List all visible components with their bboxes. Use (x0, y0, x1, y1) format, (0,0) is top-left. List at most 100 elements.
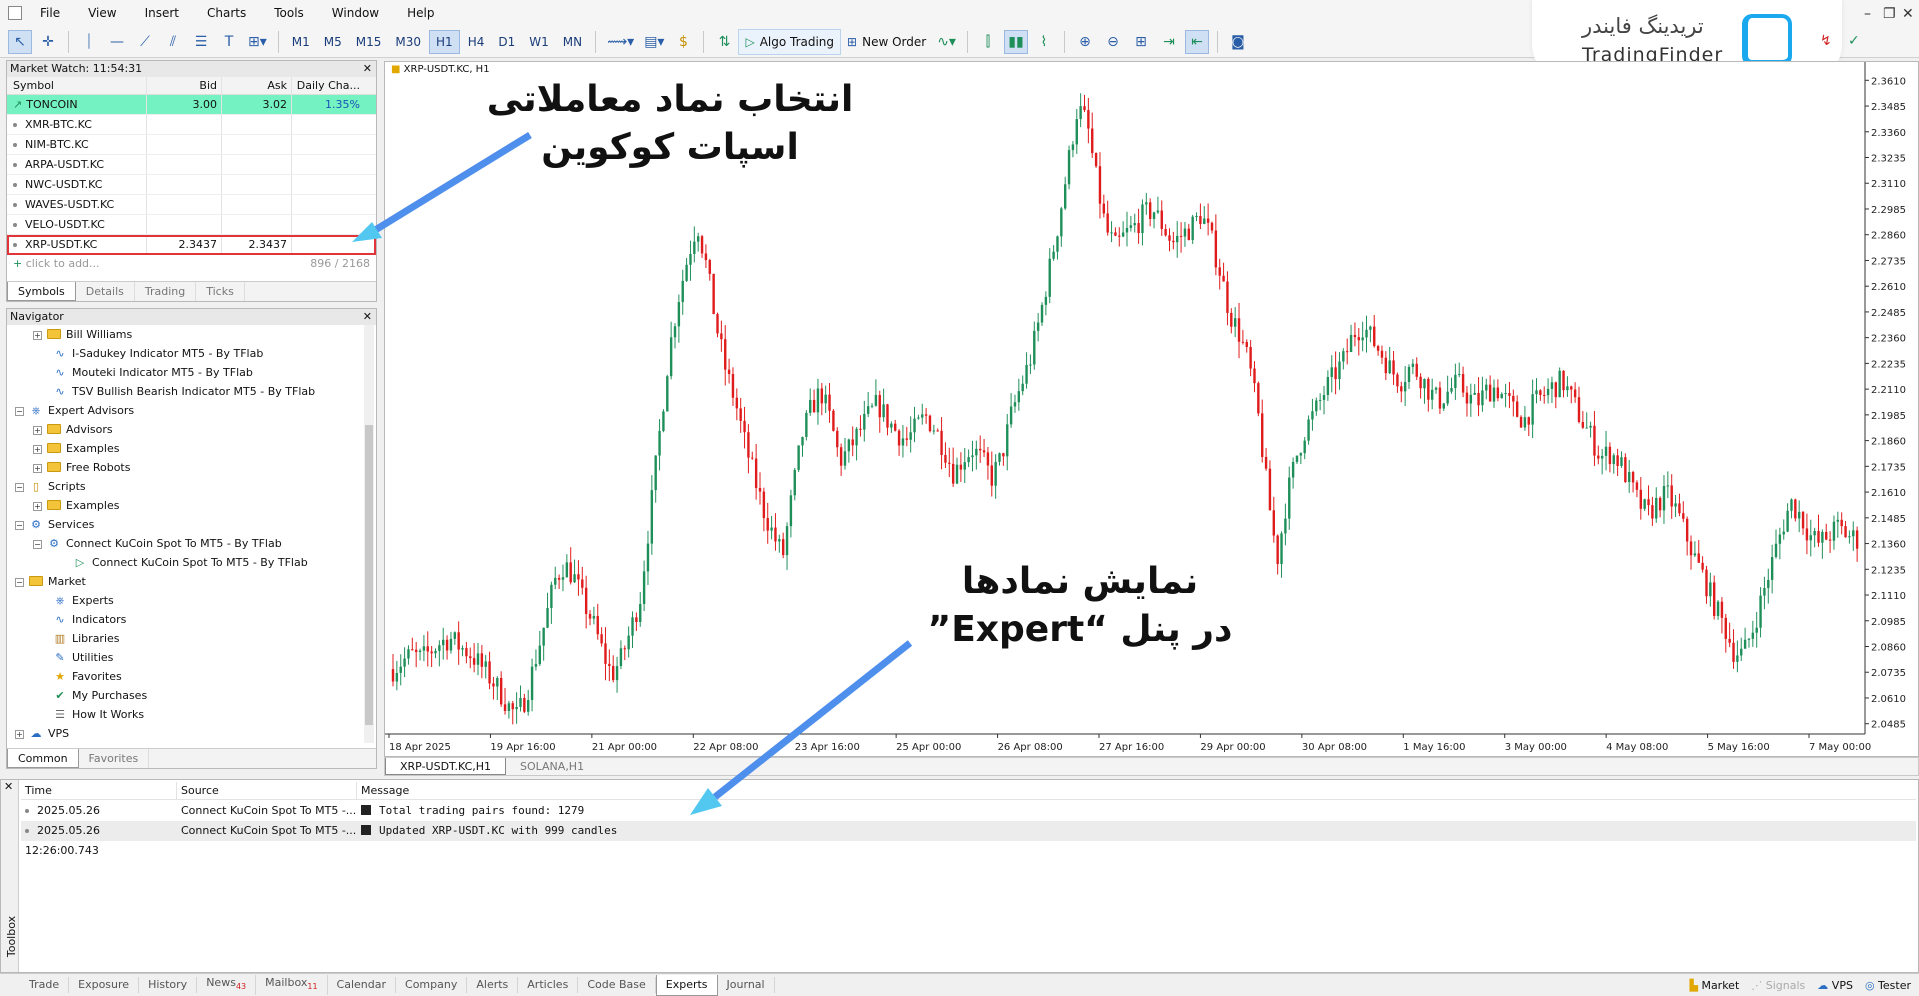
tab-ticks[interactable]: Ticks (196, 282, 245, 301)
tab-trading[interactable]: Trading (135, 282, 197, 301)
scrollbar[interactable] (364, 325, 374, 743)
table-row[interactable]: 2025.05.26 12:25:17.748 Connect KuCoin S… (21, 801, 1916, 837)
trendline-icon[interactable]: ⟋ (133, 30, 157, 54)
close-icon[interactable]: ✕ (4, 780, 13, 793)
menu-charts[interactable]: Charts (193, 0, 260, 26)
tf-h1[interactable]: H1 (429, 29, 460, 54)
tab-exposure[interactable]: Exposure (69, 977, 140, 993)
menu-window[interactable]: Window (318, 0, 393, 26)
text-icon[interactable]: T (217, 30, 241, 54)
tab-company[interactable]: Company (396, 977, 468, 993)
tab-chart-xrp[interactable]: XRP-USDT.KC,H1 (385, 758, 507, 775)
algo-trading-button[interactable]: ▷ Algo Trading (738, 28, 842, 55)
tf-d1[interactable]: D1 (492, 30, 521, 54)
nav-item[interactable]: + Bill Williams (33, 325, 132, 344)
nav-item[interactable]: + Examples (33, 439, 119, 458)
tab-journal[interactable]: Journal (718, 977, 775, 993)
menu-help[interactable]: Help (393, 0, 448, 26)
tf-mn[interactable]: MN (557, 30, 588, 54)
tab-calendar[interactable]: Calendar (328, 977, 397, 993)
table-row[interactable]: ↗ TONCOIN 3.00 3.02 1.35% (7, 95, 376, 115)
tile-icon[interactable]: ⊞ (1129, 30, 1153, 54)
table-row[interactable]: XMR-BTC.KC (7, 115, 376, 135)
strategy-tester-icon[interactable]: ⇅ (712, 30, 736, 54)
col-source[interactable]: Source (177, 782, 357, 799)
signals-button[interactable]: ⋰ Signals (1745, 979, 1811, 992)
col-time[interactable]: Time (21, 782, 177, 799)
cursor-icon[interactable]: ↖ (8, 29, 32, 54)
tf-h4[interactable]: H4 (462, 30, 491, 54)
table-row[interactable]: NWC-USDT.KC (7, 175, 376, 195)
tab-trade[interactable]: Trade (20, 977, 70, 993)
nav-item[interactable]: ▷ Connect KuCoin Spot To MT5 - By TFlab (73, 553, 308, 572)
nav-item[interactable]: ☰ How It Works (53, 705, 144, 724)
level-icon[interactable]: ✓ (1848, 33, 1860, 49)
close-icon[interactable]: ✕ (363, 309, 372, 325)
menu-tools[interactable]: Tools (260, 0, 318, 26)
zoom-out-icon[interactable]: ⊖ (1101, 30, 1125, 54)
templates-icon[interactable]: ▤▾ (641, 30, 667, 54)
chart-shift-icon[interactable]: ⇤ (1184, 29, 1209, 54)
tab-history[interactable]: History (139, 977, 198, 993)
nav-item[interactable]: ∿ I-Sadukey Indicator MT5 - By TFlab (53, 344, 263, 363)
tf-m5[interactable]: M5 (318, 30, 348, 54)
table-row[interactable]: 2025.05.26 12:26:00.743 Connect KuCoin S… (21, 821, 1916, 857)
bar-chart-icon[interactable]: ⫿ (976, 30, 1000, 54)
screenshot-icon[interactable]: ◙ (1226, 30, 1250, 54)
tf-w1[interactable]: W1 (523, 30, 555, 54)
table-row[interactable]: VELO-USDT.KC (7, 215, 376, 235)
candles-icon[interactable]: ▮▮ (1003, 29, 1028, 54)
nav-item[interactable]: − Market (15, 572, 86, 591)
nav-item[interactable]: ★ Favorites (53, 667, 122, 686)
tab-common[interactable]: Common (7, 749, 79, 768)
tf-m15[interactable]: M15 (350, 30, 388, 54)
line-chart-icon[interactable]: ⌇ (1032, 30, 1056, 54)
col-message[interactable]: Message (357, 782, 409, 799)
market-button[interactable]: ▙ Market (1683, 979, 1745, 992)
vps-button[interactable]: ☁ VPS (1811, 979, 1859, 992)
menu-view[interactable]: View (74, 0, 130, 26)
close-icon[interactable]: ✕ (363, 61, 372, 77)
table-row[interactable]: NIM-BTC.KC (7, 135, 376, 155)
autoscroll-icon[interactable]: ⇥ (1157, 30, 1181, 54)
restore-icon[interactable]: ❐ (1883, 6, 1896, 22)
add-symbol-input[interactable]: + click to add... (13, 255, 100, 273)
nav-item[interactable]: ∿ Indicators (53, 610, 126, 629)
dollar-icon[interactable]: $ (671, 30, 695, 54)
channel-icon[interactable]: ⫽ (161, 30, 185, 54)
tab-articles[interactable]: Articles (518, 977, 579, 993)
new-order-button[interactable]: ⊞ New Order (841, 29, 932, 55)
tab-code-base[interactable]: Code Base (578, 977, 656, 993)
nav-item[interactable]: ⎈ Experts (53, 591, 114, 610)
tab-alerts[interactable]: Alerts (467, 977, 519, 993)
nav-item[interactable]: − ⚙ Services (15, 515, 94, 534)
shapes-icon[interactable]: ⊞▾ (245, 30, 270, 54)
tab-experts[interactable]: Experts (655, 974, 718, 996)
tab-mailbox[interactable]: Mailbox11 (256, 975, 328, 995)
tab-chart-solana[interactable]: SOLANA,H1 (506, 758, 598, 775)
col-change[interactable]: Daily Cha... (292, 77, 364, 94)
table-row-selected[interactable]: XRP-USDT.KC 2.3437 2.3437 (7, 235, 376, 255)
col-ask[interactable]: Ask (222, 77, 292, 94)
zoom-in-icon[interactable]: ⊕ (1073, 30, 1097, 54)
minimize-icon[interactable]: – (1864, 6, 1871, 22)
chart-type-icon[interactable]: ⟿▾ (604, 30, 637, 54)
nav-item[interactable]: + Free Robots (33, 458, 130, 477)
tf-m1[interactable]: M1 (286, 30, 316, 54)
nav-item[interactable]: + ☁ VPS (15, 724, 69, 743)
col-bid[interactable]: Bid (147, 77, 222, 94)
nav-item[interactable]: ✎ Utilities (53, 648, 113, 667)
col-symbol[interactable]: Symbol (7, 77, 147, 94)
signal-icon[interactable]: ↯ (1820, 33, 1832, 49)
tester-button[interactable]: ◎ Tester (1859, 979, 1919, 992)
nav-item[interactable]: − ⎈ Expert Advisors (15, 401, 134, 420)
nav-item[interactable]: − ⚙ Connect KuCoin Spot To MT5 - By TFlab (33, 534, 282, 553)
nav-item[interactable]: − ▯ Scripts (15, 477, 86, 496)
nav-item[interactable]: ∿ TSV Bullish Bearish Indicator MT5 - By … (53, 382, 315, 401)
nav-item[interactable]: ▥ Libraries (53, 629, 120, 648)
nav-item[interactable]: + Examples (33, 496, 119, 515)
close-icon[interactable]: ✕ (1902, 6, 1914, 22)
tf-m30[interactable]: M30 (389, 30, 427, 54)
nav-item[interactable]: ∿ Mouteki Indicator MT5 - By TFlab (53, 363, 252, 382)
tab-details[interactable]: Details (76, 282, 135, 301)
